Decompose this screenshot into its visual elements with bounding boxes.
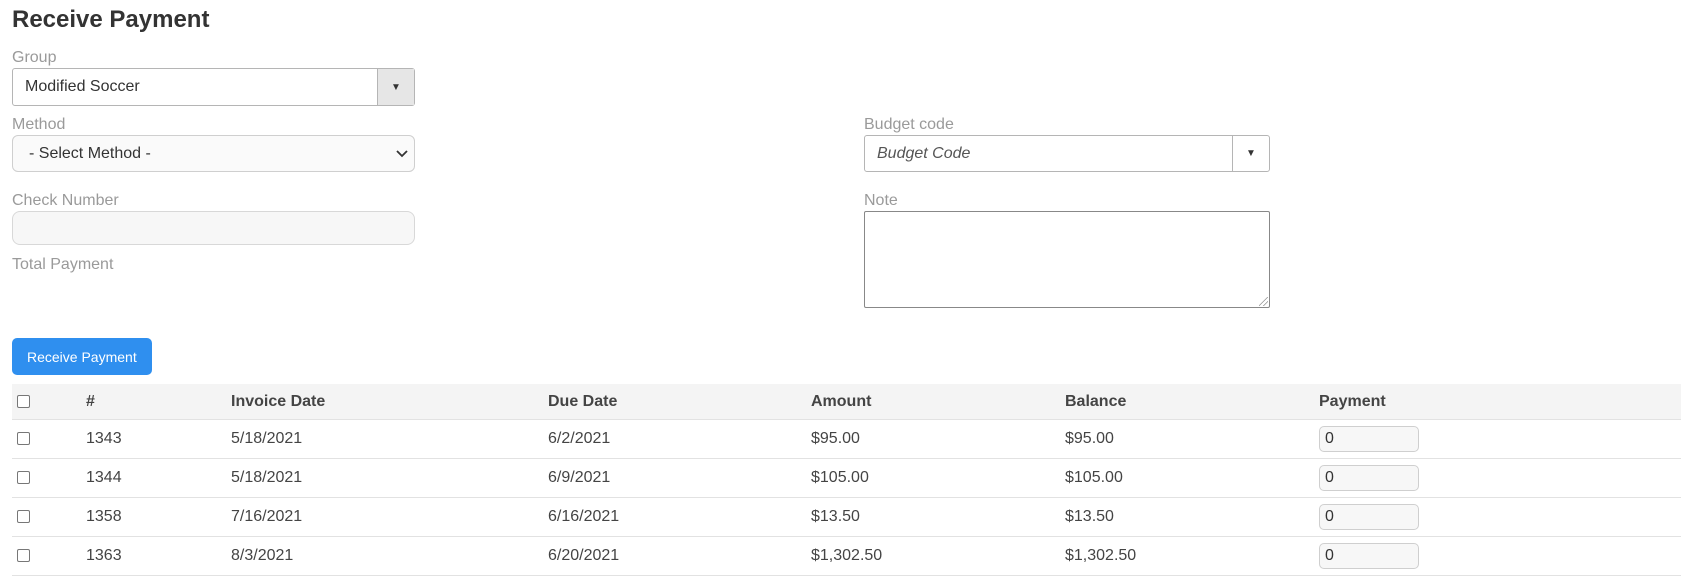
group-value: Modified Soccer xyxy=(25,78,140,95)
payment-input[interactable]: 0 xyxy=(1319,543,1419,569)
balance: $95.00 xyxy=(1065,419,1319,459)
row-select-cell xyxy=(12,497,86,537)
table-row: 1344 5/18/2021 6/9/2021 $105.00 $105.00 … xyxy=(12,458,1681,498)
resize-grip-icon[interactable] xyxy=(1259,297,1268,306)
payment-input[interactable]: 0 xyxy=(1319,426,1419,452)
receive-payment-button[interactable]: Receive Payment xyxy=(12,338,152,375)
row-checkbox[interactable] xyxy=(17,549,30,563)
row-select-cell xyxy=(12,536,86,576)
amount: $95.00 xyxy=(811,419,1065,459)
amount: $13.50 xyxy=(811,497,1065,537)
column-header: # xyxy=(86,384,231,420)
payment-cell: 0 xyxy=(1319,419,1681,459)
column-header: Balance xyxy=(1065,384,1319,420)
caret-down-icon: ▼ xyxy=(1246,148,1256,159)
balance: $105.00 xyxy=(1065,458,1319,498)
amount: $1,302.50 xyxy=(811,536,1065,576)
note-textarea[interactable] xyxy=(864,211,1270,308)
budget-code-placeholder: Budget Code xyxy=(877,144,971,162)
invoice-date: 7/16/2021 xyxy=(231,497,548,537)
due-date: 6/16/2021 xyxy=(548,497,811,537)
table-header-row: # Invoice Date Due Date Amount Balance P… xyxy=(12,384,1681,420)
group-combobox[interactable]: Modified Soccer ▼ xyxy=(12,68,415,106)
caret-down-icon: ▼ xyxy=(391,81,401,93)
table-row: 1358 7/16/2021 6/16/2021 $13.50 $13.50 0 xyxy=(12,497,1681,537)
check-number-input[interactable] xyxy=(12,211,415,245)
row-checkbox[interactable] xyxy=(17,432,30,446)
payment-cell: 0 xyxy=(1319,497,1681,537)
budget-code-label: Budget code xyxy=(864,116,954,133)
method-label: Method xyxy=(12,116,66,133)
row-checkbox[interactable] xyxy=(17,510,30,524)
budget-code-combobox[interactable]: Budget Code ▼ xyxy=(864,135,1270,172)
payment-cell: 0 xyxy=(1319,458,1681,498)
balance: $13.50 xyxy=(1065,497,1319,537)
invoice-number: 1358 xyxy=(86,497,231,537)
select-all-checkbox[interactable] xyxy=(17,394,30,408)
payment-input[interactable]: 0 xyxy=(1319,504,1419,530)
group-dropdown-button[interactable]: ▼ xyxy=(377,69,414,105)
row-checkbox[interactable] xyxy=(17,471,30,485)
group-label: Group xyxy=(12,49,57,66)
due-date: 6/2/2021 xyxy=(548,419,811,459)
payment-cell: 0 xyxy=(1319,536,1681,576)
payment-input[interactable]: 0 xyxy=(1319,465,1419,491)
invoice-date: 5/18/2021 xyxy=(231,419,548,459)
table-row: 1363 8/3/2021 6/20/2021 $1,302.50 $1,302… xyxy=(12,536,1681,576)
invoice-number: 1344 xyxy=(86,458,231,498)
invoice-table: # Invoice Date Due Date Amount Balance P… xyxy=(12,384,1681,576)
check-number-label: Check Number xyxy=(12,192,119,209)
column-header: Due Date xyxy=(548,384,811,420)
due-date: 6/9/2021 xyxy=(548,458,811,498)
page-title: Receive Payment xyxy=(12,6,210,33)
invoice-date: 8/3/2021 xyxy=(231,536,548,576)
column-header: Payment xyxy=(1319,384,1681,420)
column-header: Amount xyxy=(811,384,1065,420)
row-select-cell xyxy=(12,419,86,459)
select-all-cell xyxy=(12,384,86,420)
amount: $105.00 xyxy=(811,458,1065,498)
balance: $1,302.50 xyxy=(1065,536,1319,576)
note-label: Note xyxy=(864,192,898,209)
invoice-number: 1363 xyxy=(86,536,231,576)
chevron-down-icon xyxy=(396,147,408,161)
invoice-date: 5/18/2021 xyxy=(231,458,548,498)
invoice-number: 1343 xyxy=(86,419,231,459)
method-select[interactable]: - Select Method - xyxy=(12,135,415,172)
column-header: Invoice Date xyxy=(231,384,548,420)
total-payment-label: Total Payment xyxy=(12,256,114,273)
budget-code-dropdown-button[interactable]: ▼ xyxy=(1232,136,1269,171)
table-row: 1343 5/18/2021 6/2/2021 $95.00 $95.00 0 xyxy=(12,419,1681,459)
method-value: - Select Method - xyxy=(29,144,151,162)
due-date: 6/20/2021 xyxy=(548,536,811,576)
row-select-cell xyxy=(12,458,86,498)
